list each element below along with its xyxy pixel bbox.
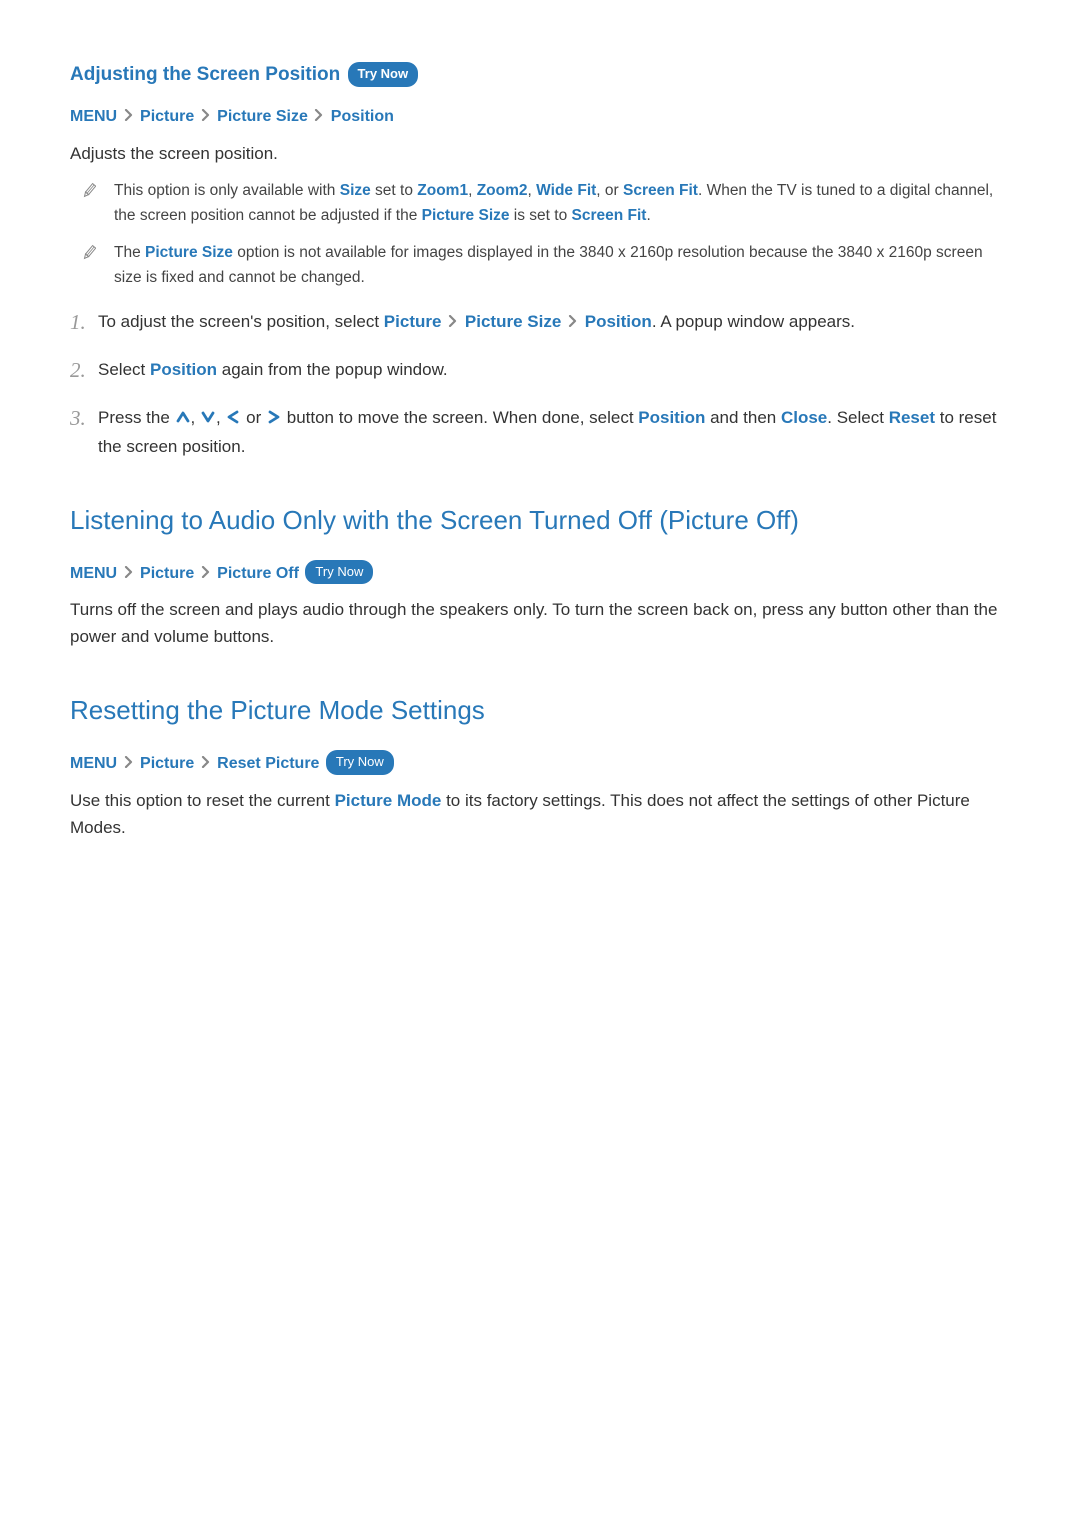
section-heading: Listening to Audio Only with the Screen … (70, 500, 1010, 542)
link-text[interactable]: Zoom2 (477, 182, 528, 199)
intro-text: Adjusts the screen position. (70, 140, 1010, 167)
try-now-badge[interactable]: Try Now (348, 62, 419, 87)
note-pencil-icon (82, 182, 96, 200)
step-content: Select Position again from the popup win… (98, 354, 1010, 383)
chevron-right-icon (201, 561, 211, 587)
chevron-right-icon (201, 104, 211, 130)
breadcrumb-path: MENU Picture Picture Size Position (70, 104, 1010, 130)
chevron-right-icon (124, 104, 134, 130)
link-text[interactable]: Zoom1 (417, 182, 468, 199)
breadcrumb-item[interactable]: Picture (140, 108, 194, 125)
breadcrumb-item[interactable]: MENU (70, 755, 117, 772)
chevron-right-icon (124, 751, 134, 777)
link-text[interactable]: Picture Size (465, 312, 561, 331)
section-picture-off: Listening to Audio Only with the Screen … (70, 500, 1010, 651)
link-text[interactable]: Position (638, 408, 705, 427)
step-number: 1. (70, 306, 98, 340)
link-text[interactable]: Screen Fit (572, 207, 647, 224)
section-heading: Resetting the Picture Mode Settings (70, 690, 1010, 732)
section-heading: Adjusting the Screen Position Try Now (70, 60, 1010, 90)
breadcrumb-item[interactable]: MENU (70, 565, 117, 582)
breadcrumb-item[interactable]: MENU (70, 108, 117, 125)
step-item: 2.Select Position again from the popup w… (70, 354, 1010, 388)
chevron-right-icon (448, 308, 458, 335)
try-now-badge[interactable]: Try Now (305, 560, 373, 585)
try-now-badge[interactable]: Try Now (326, 750, 394, 775)
step-content: To adjust the screen's position, select … (98, 306, 1010, 335)
link-text[interactable]: Size (340, 182, 371, 199)
notes-list: This option is only available with Size … (70, 179, 1010, 290)
section-adjusting-screen-position: Adjusting the Screen Position Try Now ME… (70, 60, 1010, 460)
step-number: 2. (70, 354, 98, 388)
link-text[interactable]: Picture Size (422, 207, 510, 224)
note-pencil-icon (82, 244, 96, 262)
note-item: This option is only available with Size … (70, 179, 1010, 229)
note-text: This option is only available with Size … (114, 179, 1010, 229)
chevron-right-icon (201, 751, 211, 777)
chevron-right-icon (314, 104, 324, 130)
step-number: 3. (70, 402, 98, 436)
link-text[interactable]: Close (781, 408, 827, 427)
link-text[interactable]: Position (585, 312, 652, 331)
link-text[interactable]: Picture Mode (335, 791, 442, 810)
link-text[interactable]: Wide Fit (536, 182, 596, 199)
breadcrumb-item[interactable]: Position (331, 108, 394, 125)
steps-list: 1.To adjust the screen's position, selec… (70, 306, 1010, 460)
breadcrumb-item[interactable]: Reset Picture (217, 755, 319, 772)
body-text: Use this option to reset the current Pic… (70, 787, 1010, 841)
note-text: The Picture Size option is not available… (114, 241, 1010, 291)
link-text[interactable]: Picture Size (145, 244, 233, 261)
breadcrumb-path: MENU Picture Reset Picture Try Now (70, 750, 1010, 777)
breadcrumb-item[interactable]: Picture (140, 755, 194, 772)
arrow-right-icon (266, 406, 282, 433)
chevron-right-icon (124, 561, 134, 587)
breadcrumb-item[interactable]: Picture (140, 565, 194, 582)
breadcrumb-path: MENU Picture Picture Off Try Now (70, 560, 1010, 587)
section-reset-picture: Resetting the Picture Mode Settings MENU… (70, 690, 1010, 841)
body-text: Turns off the screen and plays audio thr… (70, 596, 1010, 650)
breadcrumb-item[interactable]: Picture Off (217, 565, 299, 582)
note-item: The Picture Size option is not available… (70, 241, 1010, 291)
step-item: 1.To adjust the screen's position, selec… (70, 306, 1010, 340)
link-text[interactable]: Reset (889, 408, 935, 427)
heading-text: Adjusting the Screen Position (70, 64, 340, 85)
link-text[interactable]: Position (150, 360, 217, 379)
arrow-left-icon (225, 406, 241, 433)
breadcrumb-item[interactable]: Picture Size (217, 108, 308, 125)
step-content: Press the , , or button to move the scre… (98, 402, 1010, 460)
arrow-down-icon (200, 406, 216, 433)
link-text[interactable]: Screen Fit (623, 182, 698, 199)
arrow-up-icon (175, 406, 191, 433)
step-item: 3.Press the , , or button to move the sc… (70, 402, 1010, 460)
link-text[interactable]: Picture (384, 312, 442, 331)
chevron-right-icon (568, 308, 578, 335)
